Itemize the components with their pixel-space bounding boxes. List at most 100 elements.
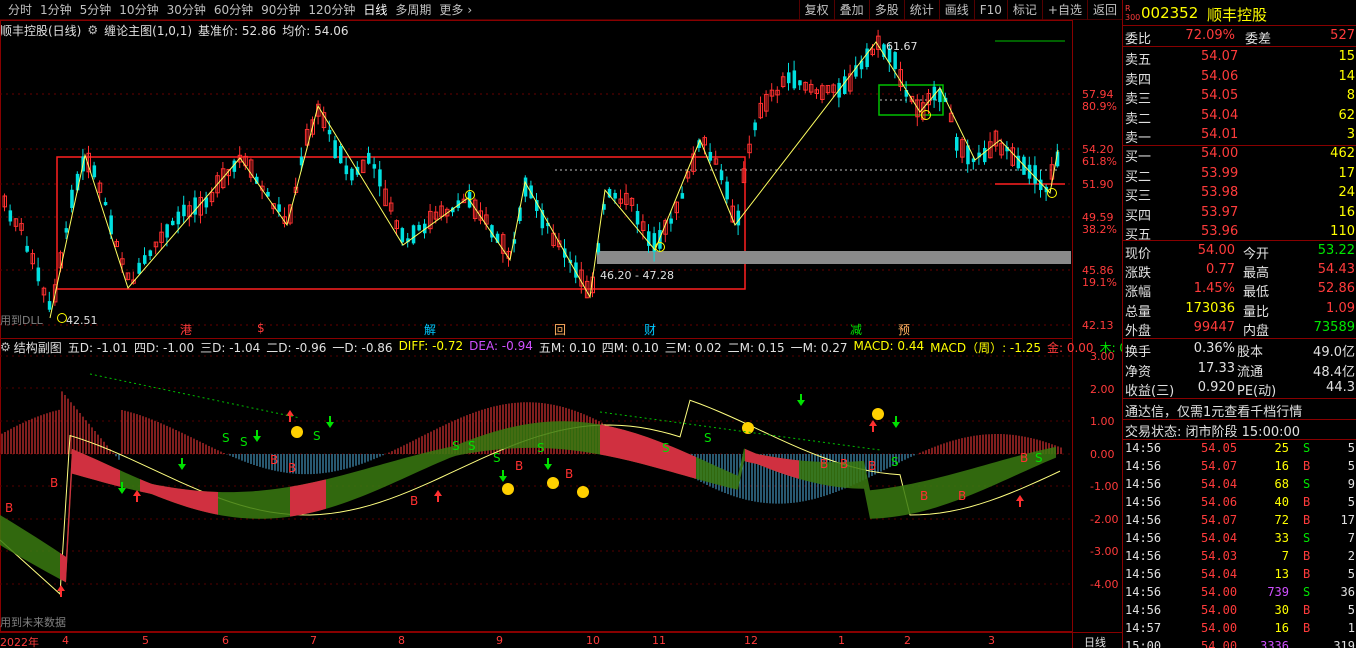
candle-body: [64, 228, 69, 233]
stock-name: 顺丰控股: [1207, 6, 1268, 24]
time-axis: 2022年 4 5 6 7 8 9 10 11 12 1 2 3 日线: [0, 632, 1122, 648]
sub-indicator-value: MACD: 0.44: [853, 338, 925, 353]
candle-body: [182, 204, 186, 217]
price-axis-label: 51.90: [1082, 178, 1114, 191]
candle-body: [92, 165, 97, 178]
candle-body: [8, 210, 13, 222]
tick-row: 14:56 54.05 25 S 5: [1125, 441, 1355, 455]
sell-signal: S: [468, 439, 476, 453]
order-volume: 110: [1330, 224, 1355, 240]
event-mark[interactable]: 回: [554, 321, 566, 338]
down-arrow-icon: [178, 458, 186, 470]
sub-gear-icon[interactable]: ⚙: [0, 340, 11, 354]
buy-signal: B: [920, 489, 928, 503]
candle-body: [411, 225, 416, 244]
face-signal-icon: [872, 408, 884, 420]
time-axis-label: 7: [310, 634, 317, 647]
market-badge: R 300: [1125, 4, 1141, 22]
face-signal-icon: [742, 422, 754, 434]
asks-row: 卖一 54.01 3: [1125, 127, 1355, 147]
event-mark[interactable]: 减: [850, 321, 862, 338]
candle-body: [171, 220, 175, 226]
candle-body: [613, 192, 617, 199]
buy-signal: B: [840, 457, 848, 471]
face-signal-icon: [291, 426, 303, 438]
sub-indicator-value: 一D: -0.86: [332, 340, 393, 355]
buy-signal: B: [565, 467, 573, 481]
order-volume: 62: [1338, 107, 1355, 123]
sub-axis-label: 0.00: [1090, 447, 1115, 461]
trend-ribbon-red: [60, 448, 120, 583]
stat-row: 现价 54.00 今开 53.22: [1125, 243, 1355, 262]
asks-row: 卖三 54.05 8: [1125, 88, 1355, 108]
time-axis-label: 11: [652, 634, 666, 647]
main-bottom-note: 用到DLL: [0, 314, 43, 327]
buy-signal: B: [1020, 451, 1028, 465]
sub-indicator-value: 四D: -1.00: [133, 340, 195, 355]
candle-body: [635, 211, 640, 225]
sell-signal: S: [452, 439, 460, 453]
down-arrow-icon: [253, 430, 261, 442]
weibi-value: 72.09%: [1185, 28, 1235, 43]
buy-signal: B: [410, 494, 418, 508]
sub-bottom-note: 用到未来数据: [0, 616, 66, 629]
event-mark[interactable]: 财: [644, 321, 656, 338]
up-arrow-icon: [133, 490, 141, 502]
sell-signal: S: [891, 455, 899, 469]
price-axis-label: 61.8%: [1082, 155, 1117, 168]
event-mark[interactable]: 预: [898, 321, 910, 338]
up-arrow-icon: [57, 585, 65, 597]
sell-signal: S: [313, 429, 321, 443]
sub-indicator-value: 五M: 0.10: [538, 340, 596, 355]
order-price: 54.05: [1201, 88, 1239, 104]
candle-body: [719, 170, 724, 181]
sub-indicator-value: DEA: -0.94: [469, 338, 533, 353]
candle-body: [658, 230, 662, 249]
order-volume: 14: [1338, 68, 1355, 84]
tick-row: 14:56 54.07 72 B 17: [1125, 513, 1355, 527]
order-price: 54.06: [1201, 68, 1239, 84]
face-signal-icon: [547, 477, 559, 489]
time-axis-label: 2022年: [0, 636, 39, 648]
event-mark[interactable]: 港: [180, 321, 192, 338]
buy-signal: B: [868, 459, 876, 473]
trend-ribbon-red: [290, 479, 326, 517]
promo-row[interactable]: 通达信，仅需1元查看千档行情: [1123, 400, 1356, 420]
candle-body: [372, 164, 377, 169]
bids-row: 买二 53.99 17: [1125, 165, 1355, 185]
period-label: 日线: [1084, 636, 1106, 648]
event-mark[interactable]: 解: [424, 321, 436, 338]
up-arrow-icon: [434, 490, 442, 502]
candle-body: [378, 169, 382, 187]
sub-chart-name[interactable]: 结构副图: [14, 339, 62, 356]
sell-signal: S: [493, 451, 501, 465]
time-axis-label: 12: [744, 634, 758, 647]
time-axis-label: 4: [62, 634, 69, 647]
candle-body: [753, 122, 757, 131]
candle-body: [1033, 165, 1037, 184]
trade-status-row: 交易状态: 闭市阶段 15:00:00: [1123, 420, 1356, 440]
candle-body: [148, 250, 153, 257]
candle-body: [36, 267, 41, 282]
event-mark[interactable]: $: [257, 321, 265, 335]
trend-ribbon-red: [745, 448, 799, 479]
candle-body: [327, 129, 332, 135]
face-signal-icon: [502, 483, 514, 495]
candle-body: [367, 152, 371, 164]
low-mark: 42.51: [66, 314, 98, 327]
sub-axis-label: 1.00: [1090, 415, 1115, 428]
candle-body: [787, 72, 791, 84]
trade-status: 交易状态: 闭市阶段 15:00:00: [1125, 425, 1301, 440]
promo-text[interactable]: 通达信，仅需1元查看千档行情: [1125, 401, 1302, 420]
buy-signal: B: [958, 489, 966, 503]
bids-row: 买四 53.97 16: [1125, 204, 1355, 224]
candle-body: [843, 76, 847, 95]
tick-row: 14:56 54.00 739 S 36: [1125, 585, 1355, 599]
sub-axis-label: -1.00: [1090, 480, 1119, 493]
sub-indicator-value: 二D: -0.96: [266, 340, 327, 355]
candle-body: [25, 245, 29, 252]
stroke-line: [49, 41, 1059, 319]
order-price: 53.97: [1201, 204, 1239, 220]
down-arrow-icon: [797, 394, 805, 406]
candle-body: [333, 140, 337, 159]
